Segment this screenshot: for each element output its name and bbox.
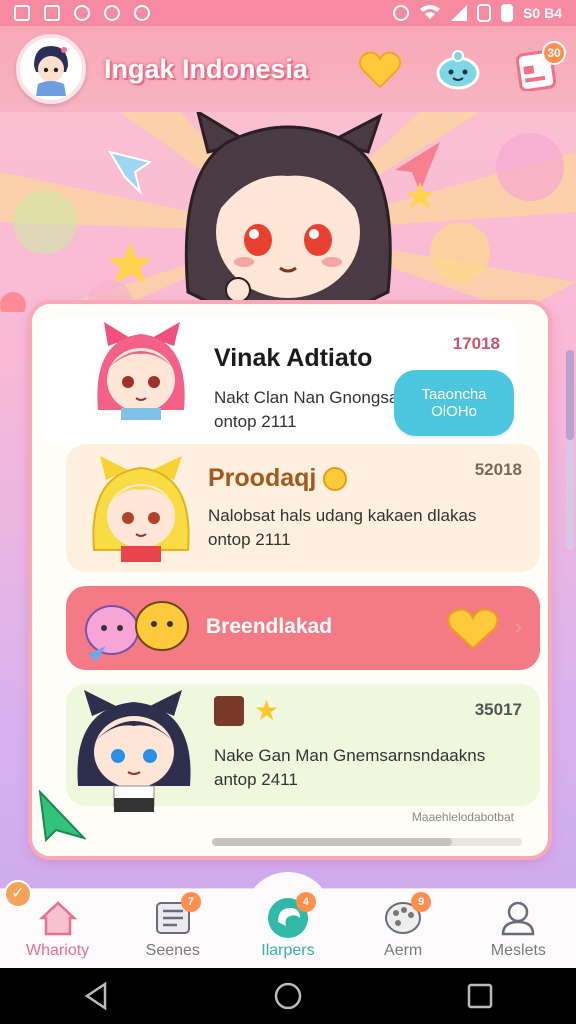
nav-badge: 7 xyxy=(180,892,201,912)
nav-item-series[interactable]: 7 Seenes xyxy=(123,892,223,960)
promo-banner[interactable]: Breendlakad › xyxy=(66,586,540,670)
notification-icon xyxy=(44,5,60,21)
smiley-emoji-icon xyxy=(323,467,348,492)
blonde-girl-avatar xyxy=(92,456,190,562)
dark-hair-girl-avatar xyxy=(77,690,191,812)
alarm-icon xyxy=(393,5,410,21)
card-subtitle: Nakt Clan Nan Gnongsam ontop 2111 xyxy=(214,386,412,434)
chibi-pets-illustration xyxy=(85,601,189,662)
notification-icon xyxy=(14,5,30,21)
nav-item-profile[interactable]: Meslets xyxy=(468,898,568,960)
alarm-clock-icon xyxy=(0,292,26,312)
card-subtitle: Nalobsat hals udang kakaen dlakas ontop … xyxy=(208,504,476,552)
sim-icon xyxy=(477,4,492,22)
heart-icon xyxy=(359,51,401,89)
nav-item-alarm[interactable]: 9 Aerm xyxy=(353,892,453,960)
send-arrow-icon[interactable] xyxy=(36,790,86,842)
pink-cat-girl-avatar xyxy=(97,322,185,420)
system-navigation-bar xyxy=(0,968,576,1024)
heart-icon xyxy=(447,608,499,650)
avatar[interactable] xyxy=(16,34,86,104)
list-item[interactable]: Vinak Adtiato 17018 Nakt Clan Nan Gnongs… xyxy=(38,318,518,446)
banner-label: Breendlakad xyxy=(206,615,333,638)
card-subtitle-line: ontop 2111 xyxy=(214,412,297,431)
card-title: Proodaqj xyxy=(208,464,348,493)
horizontal-scrollbar[interactable] xyxy=(212,838,522,846)
mascot-girl-illustration xyxy=(184,112,392,304)
favorites-button[interactable] xyxy=(356,45,404,93)
nav-item-home[interactable]: Wharioty xyxy=(8,898,108,960)
card-subtitle-line: Nake Gan Man Gnemsarnsndaakns xyxy=(214,746,486,765)
card-count: 52018 xyxy=(474,460,522,479)
card-subtitle-line: Nalobsat hals udang kakaen dlakas xyxy=(208,506,477,525)
nav-label: Meslets xyxy=(490,942,546,959)
scrollbar-thumb[interactable] xyxy=(566,350,574,440)
list-item[interactable]: Proodaqj 52018 Nalobsat hals udang kakae… xyxy=(66,444,540,572)
star-icon: ★ xyxy=(254,695,280,726)
app-header: Ingak Indonesia 30 xyxy=(0,26,576,112)
follow-button-label: OlOHo xyxy=(431,403,477,420)
feed-panel: Vinak Adtiato 17018 Nakt Clan Nan Gnongs… xyxy=(28,300,552,860)
card-title-text: Proodaqj xyxy=(208,464,317,492)
signal-icon xyxy=(451,5,468,21)
card-subtitle-line: ontop 2111 xyxy=(208,530,291,549)
chevron-right-icon: › xyxy=(514,614,522,639)
card-subtitle-line: antop 2411 xyxy=(214,770,298,789)
vertical-scrollbar[interactable] xyxy=(566,350,574,550)
notification-icon xyxy=(104,5,120,21)
nav-item-helpers[interactable]: 4 Ilarpers xyxy=(238,872,338,960)
status-notification-icons xyxy=(14,5,150,21)
status-bar: S0 B4 xyxy=(0,0,576,26)
nav-label: Wharioty xyxy=(26,942,90,959)
follow-button[interactable]: Taaoncha OlOHo xyxy=(394,370,514,436)
check-badge-icon: ✓ xyxy=(4,880,32,908)
status-time: S0 B4 xyxy=(523,5,562,21)
nav-label: Ilarpers xyxy=(261,942,315,959)
recents-icon[interactable] xyxy=(465,981,495,1011)
mascot-button[interactable] xyxy=(434,45,482,93)
wifi-icon xyxy=(419,4,441,23)
photo-thumbnail-icon xyxy=(214,696,244,726)
profile-icon xyxy=(502,901,535,936)
card-title: Vinak Adtiato xyxy=(214,344,373,372)
bottom-navigation: Wharioty 7 Seenes 4 Ilarpers 9 Aerm Mesl… xyxy=(0,872,576,968)
scrollbar-thumb[interactable] xyxy=(212,838,452,846)
notification-icon xyxy=(74,5,90,21)
hero-banner xyxy=(0,112,576,312)
nav-label: Aerm xyxy=(384,942,423,959)
card-subtitle: Nake Gan Man Gnemsarnsndaakns antop 2411 xyxy=(214,744,485,792)
app-title: Ingak Indonesia xyxy=(104,53,309,84)
notifications-button[interactable]: 30 xyxy=(512,41,566,93)
follow-button-label: Taaoncha xyxy=(421,386,487,403)
card-subtitle-line: Nakt Clan Nan Gnongsam xyxy=(214,388,413,407)
home-circle-icon[interactable] xyxy=(273,981,303,1011)
battery-icon xyxy=(501,4,514,22)
notification-badge: 30 xyxy=(542,41,566,65)
card-count: 35017 xyxy=(474,700,522,719)
mascot-icon xyxy=(436,50,480,90)
list-item[interactable]: ★ 35017 Nake Gan Man Gnemsarnsndaakns an… xyxy=(66,684,540,812)
notification-icon xyxy=(134,5,150,21)
back-icon[interactable] xyxy=(81,981,111,1011)
nav-label: Seenes xyxy=(145,942,200,959)
home-icon xyxy=(38,901,77,936)
footer-note: Maaehlelodabotbat xyxy=(411,810,514,824)
card-badges: ★ xyxy=(214,696,279,726)
nav-badge: 4 xyxy=(295,892,316,912)
card-count: 17018 xyxy=(452,334,500,353)
